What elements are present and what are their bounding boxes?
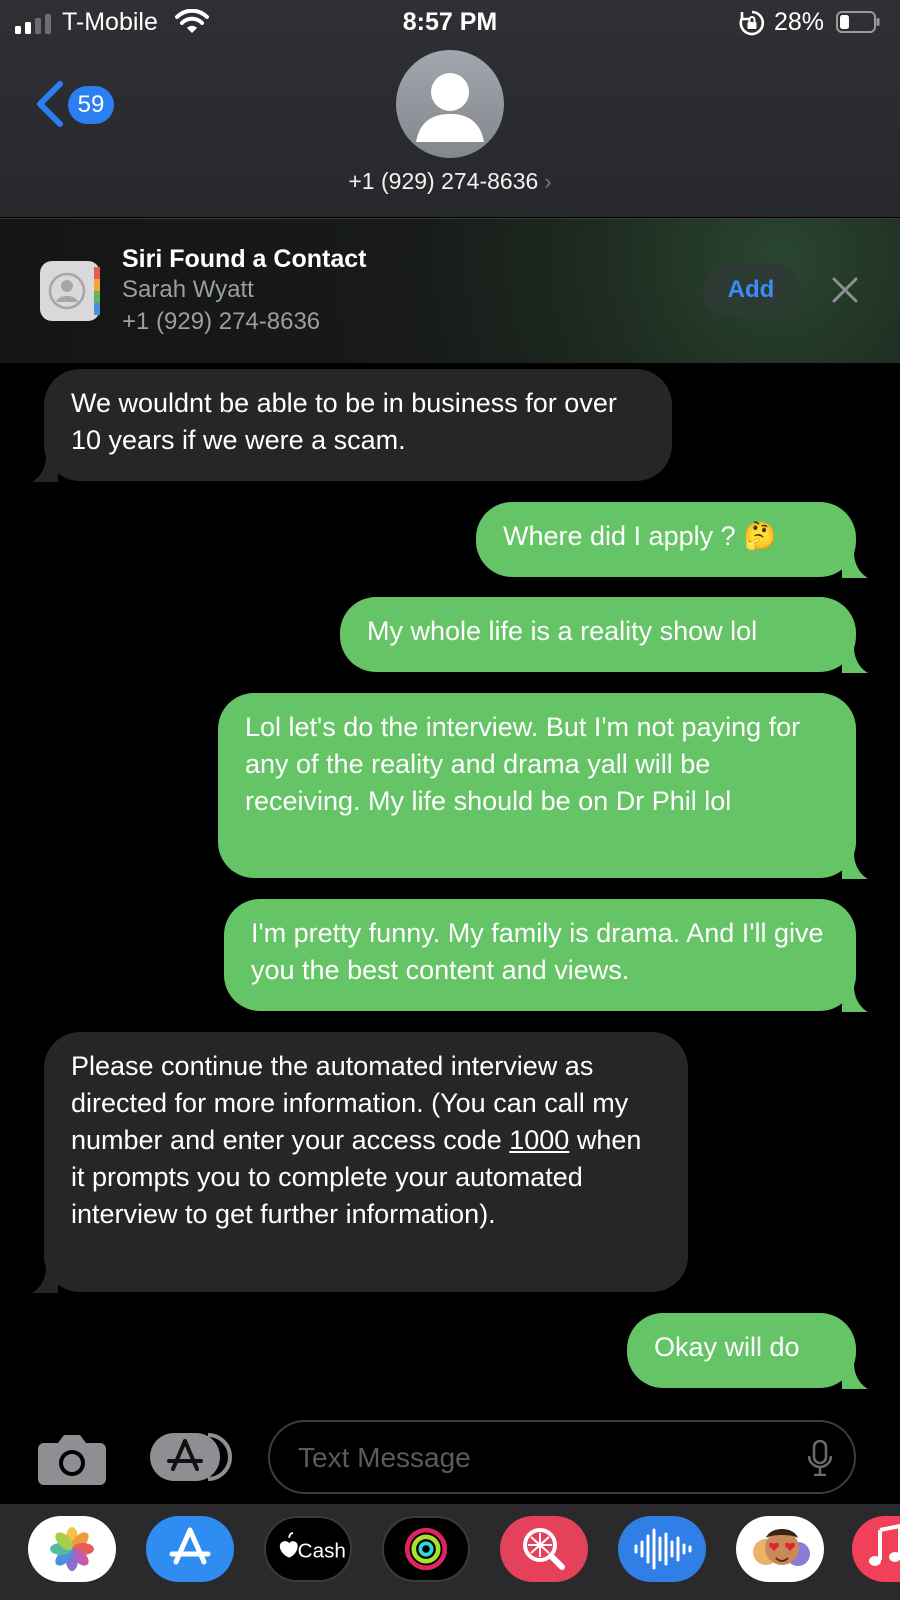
person-icon (416, 73, 484, 142)
battery-icon (836, 11, 880, 33)
outgoing-message[interactable]: Lol let's do the interview. But I'm not … (218, 693, 868, 879)
bubble-tail (842, 853, 868, 879)
camera-icon[interactable] (38, 1431, 106, 1485)
access-code-link[interactable]: 1000 (509, 1125, 569, 1155)
outgoing-message[interactable]: Okay will do (627, 1313, 868, 1389)
contact-avatar[interactable] (396, 50, 504, 158)
message-text: My whole life is a reality show lol (367, 616, 758, 646)
unread-count-badge: 59 (68, 86, 114, 124)
message-input-placeholder: Text Message (298, 1442, 471, 1473)
bubble-tail (842, 986, 868, 1012)
photos-icon[interactable] (28, 1516, 116, 1582)
outgoing-message[interactable]: My whole life is a reality show lol (340, 597, 868, 673)
images-search-icon[interactable] (500, 1516, 588, 1582)
apple-cash-icon[interactable]: Cash (264, 1516, 352, 1582)
rotation-lock-icon (739, 10, 765, 36)
music-icon[interactable] (852, 1516, 900, 1582)
siri-banner-title: Siri Found a Contact (122, 245, 367, 273)
incoming-message[interactable]: We wouldnt be able to be in business for… (32, 369, 672, 482)
apps-icon[interactable] (150, 1431, 232, 1483)
incoming-message[interactable]: Please continue the automated interview … (32, 1032, 688, 1293)
message-text: We wouldnt be able to be in business for… (71, 388, 617, 455)
battery-percent: 28% (774, 8, 825, 36)
outgoing-message[interactable]: I'm pretty funny. My family is drama. An… (224, 899, 868, 1012)
status-bar: T-Mobile 8:57 PM 28% (0, 0, 900, 44)
memoji-icon[interactable] (736, 1516, 824, 1582)
contact-details-link[interactable]: +1 (929) 274-8636 › (0, 168, 900, 195)
microphone-icon[interactable] (808, 1440, 832, 1476)
siri-suggestion-banner: Siri Found a Contact Sarah Wyatt +1 (929… (0, 218, 900, 363)
bubble-tail (842, 647, 868, 673)
bubble-tail (842, 552, 868, 578)
audio-message-icon[interactable] (618, 1516, 706, 1582)
contact-phone-number: +1 (929) 274-8636 (348, 168, 539, 194)
contacts-app-icon (40, 261, 100, 321)
add-contact-button[interactable]: Add (703, 263, 799, 317)
message-text: Lol let's do the interview. But I'm not … (245, 712, 801, 816)
bubble-tail (32, 1267, 58, 1293)
imessage-app-drawer: Cash (0, 1504, 900, 1600)
activity-rings-icon[interactable] (382, 1516, 470, 1582)
bubble-tail (842, 1363, 868, 1389)
message-input[interactable]: Text Message (268, 1420, 856, 1494)
close-icon[interactable] (830, 275, 860, 305)
siri-contact-name: Sarah Wyatt (122, 276, 254, 303)
message-text: Where did I apply ? 🤔 (503, 521, 777, 551)
message-text: Okay will do (654, 1332, 800, 1362)
message-text: I'm pretty funny. My family is drama. An… (251, 918, 824, 985)
chevron-right-icon: › (544, 169, 552, 194)
back-button[interactable]: 59 (32, 80, 127, 130)
bubble-tail (32, 456, 58, 482)
siri-contact-phone: +1 (929) 274-8636 (122, 308, 321, 335)
chevron-left-icon (37, 81, 63, 127)
cash-label: Cash (298, 1539, 346, 1562)
outgoing-message[interactable]: Where did I apply ? 🤔 (476, 502, 868, 578)
app-store-icon[interactable] (146, 1516, 234, 1582)
conversation-header: T-Mobile 8:57 PM 28% 59 +1 (929) 274-863… (0, 0, 900, 217)
